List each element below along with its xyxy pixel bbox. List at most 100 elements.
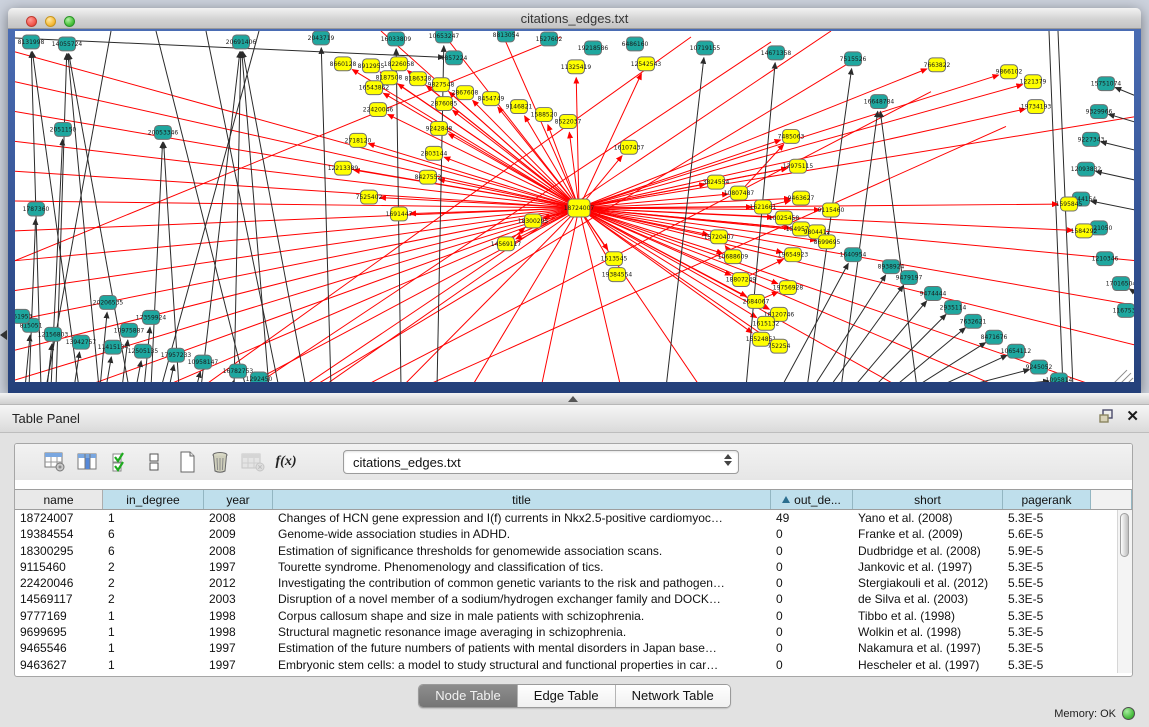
network-canvas[interactable]: 8131998140557242069140620437191603380910… <box>15 31 1134 382</box>
column-header-out_de[interactable]: out_de... <box>771 490 853 509</box>
cell-short: Stergiakouli et al. (2012) <box>853 575 1003 591</box>
table-row[interactable]: 911546021997Tourette syndrome. Phenomeno… <box>15 559 1132 575</box>
column-header-pagerank[interactable]: pagerank <box>1003 490 1091 509</box>
show-columns-icon[interactable] <box>76 451 100 473</box>
cell-in_degree: 1 <box>103 640 204 656</box>
graph-node-label: 9329966 <box>1086 109 1113 116</box>
toolbar-spacer <box>15 480 1132 489</box>
function-builder-icon[interactable]: f(x) <box>274 451 298 473</box>
graph-node-label: 20053346 <box>148 129 179 136</box>
cell-name: 19384554 <box>15 526 103 542</box>
select-all-icon[interactable] <box>109 451 133 473</box>
cell-in_degree: 6 <box>103 526 204 542</box>
delete-column-icon[interactable] <box>208 451 232 473</box>
table-row[interactable]: 946554611997Estimation of the future num… <box>15 640 1132 656</box>
graph-node-label: 19756928 <box>773 285 804 292</box>
graph-edge <box>829 286 903 382</box>
graph-edge <box>579 208 1134 345</box>
graph-node-label: 19384554 <box>602 272 633 279</box>
table-row[interactable]: 1938455462009Genome-wide association stu… <box>15 526 1132 542</box>
column-header-in_degree[interactable]: in_degree <box>103 490 204 509</box>
table-row[interactable]: 1830029562008Estimation of significance … <box>15 543 1132 559</box>
cell-pagerank: 5.9E-5 <box>1003 543 1091 559</box>
close-panel-icon[interactable]: ✕ <box>1126 409 1139 424</box>
cell-out_de: 0 <box>771 657 853 673</box>
table-row[interactable]: 946362711997Embryonic stem cells: a mode… <box>15 657 1132 673</box>
graph-edge <box>231 380 234 382</box>
header-filler <box>1091 490 1132 509</box>
citation-network-graph[interactable]: 8131998140557242069140620437191603380910… <box>15 31 1134 382</box>
table-mode-icon[interactable] <box>43 451 67 473</box>
graph-node-label: 18807249 <box>726 277 757 284</box>
graph-node-label: 1621661 <box>750 204 777 211</box>
graph-node-label: 12213389 <box>328 165 359 172</box>
cell-pagerank: 5.3E-5 <box>1003 657 1091 673</box>
collapse-panel-icon[interactable] <box>0 330 7 340</box>
graph-edge <box>1091 201 1134 211</box>
graph-node-label: 9827548 <box>428 82 455 89</box>
column-header-year[interactable]: year <box>204 490 273 509</box>
cell-out_de: 0 <box>771 640 853 656</box>
graph-node-label: 1221379 <box>1020 79 1047 86</box>
graph-edge <box>1101 142 1134 152</box>
divider-handle-icon[interactable] <box>568 396 578 402</box>
cell-out_de: 0 <box>771 543 853 559</box>
table-selector-dropdown[interactable]: citations_edges.txt <box>343 450 739 474</box>
tab-node-table[interactable]: Node Table <box>419 685 518 707</box>
graph-edge <box>156 31 246 382</box>
cell-title: Tourette syndrome. Phenomenology and cla… <box>273 559 771 575</box>
cell-pagerank: 5.3E-5 <box>1003 591 1091 607</box>
scrollbar-thumb[interactable] <box>1120 513 1129 557</box>
tab-edge-table[interactable]: Edge Table <box>518 685 616 707</box>
table-row[interactable]: 2242004622012Investigating the contribut… <box>15 575 1132 591</box>
cell-year: 2009 <box>204 526 273 542</box>
column-header-title[interactable]: title <box>273 490 771 509</box>
column-header-name[interactable]: name <box>15 490 103 509</box>
delete-table-icon <box>241 451 265 473</box>
graph-edge <box>243 52 306 382</box>
dropdown-stepper-icon[interactable] <box>724 454 732 466</box>
graph-node-label: 7515526 <box>840 56 867 63</box>
graph-edge <box>136 361 141 382</box>
table-row[interactable]: 977716911998Corpus callosum shape and si… <box>15 608 1132 624</box>
graph-node-label: 16107437 <box>614 144 645 151</box>
graph-edge <box>169 365 174 382</box>
graph-edge <box>914 343 986 382</box>
float-window-icon[interactable] <box>1099 409 1114 424</box>
graph-edge <box>893 328 965 382</box>
new-column-icon[interactable] <box>175 451 199 473</box>
graph-node-label: 1640954 <box>840 252 867 259</box>
graph-node-label: 9146821 <box>506 104 533 111</box>
graph-node-label: 2684067 <box>743 298 770 305</box>
graph-edge <box>880 111 917 382</box>
cell-short: de Silva et al. (2003) <box>853 591 1003 607</box>
graph-node-label: 13942757 <box>66 339 97 346</box>
graph-node-label: 6486160 <box>622 41 649 48</box>
memory-status-icon[interactable] <box>1122 707 1135 720</box>
table-row[interactable]: 1872400712008Changes of HCN gene express… <box>15 510 1132 526</box>
graph-edge <box>29 219 36 382</box>
graph-node-label: 16782753 <box>223 368 254 375</box>
graph-node-label: 18300295 <box>518 218 549 225</box>
graph-node-label: 10688609 <box>718 254 749 261</box>
clear-selection-icon[interactable] <box>142 451 166 473</box>
graph-node-label: 16648784 <box>864 99 895 106</box>
graph-node-label: 2935114 <box>940 304 967 311</box>
table-vertical-scrollbar[interactable] <box>1117 510 1132 673</box>
graph-node-label: 9242848 <box>426 125 453 132</box>
table-row[interactable]: 969969511998Structural magnetic resonanc… <box>15 624 1132 640</box>
status-bar: Memory: OK <box>1054 707 1135 720</box>
window-titlebar[interactable]: citations_edges.txt <box>8 8 1141 29</box>
cell-short: Jankovic et al. (1997) <box>853 559 1003 575</box>
cell-name: 22420046 <box>15 575 103 591</box>
column-header-short[interactable]: short <box>853 490 1003 509</box>
cell-out_de: 0 <box>771 559 853 575</box>
graph-edge <box>15 141 579 208</box>
panel-divider[interactable] <box>0 393 1149 405</box>
graph-node-label: 752254 <box>768 343 791 350</box>
tab-network-table[interactable]: Network Table <box>616 685 730 707</box>
graph-node-label: 18724007 <box>564 205 595 212</box>
graph-node-label: 1095814 <box>1046 377 1073 382</box>
graph-node-label: 1167534 <box>1113 307 1134 314</box>
table-row[interactable]: 1456911722003Disruption of a novel membe… <box>15 591 1132 607</box>
